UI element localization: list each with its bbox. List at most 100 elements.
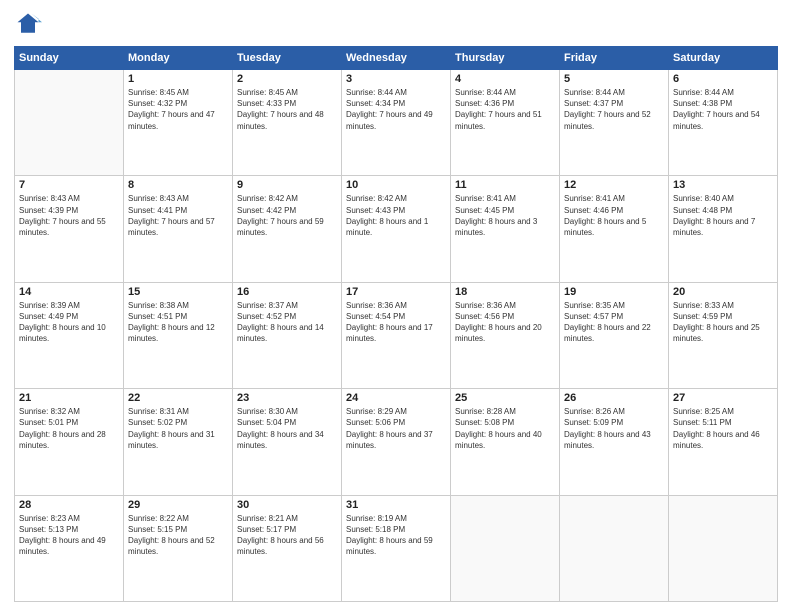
calendar-cell: 25 Sunrise: 8:28 AMSunset: 5:08 PMDayligh… — [451, 389, 560, 495]
day-number: 1 — [128, 73, 228, 85]
cell-info: Sunrise: 8:28 AMSunset: 5:08 PMDaylight:… — [455, 406, 555, 451]
calendar-cell: 23Sunrise: 8:30 AMSunset: 5:04 PMDayligh… — [233, 389, 342, 495]
week-row: 21 Sunrise: 8:32 AMSunset: 5:01 PMDayligh… — [15, 389, 778, 495]
calendar-cell: 16 Sunrise: 8:37 AMSunset: 4:52 PMDayligh… — [233, 282, 342, 388]
day-number: 21 — [19, 392, 119, 404]
day-number: 4 — [455, 73, 555, 85]
day-number: 14 — [19, 286, 119, 298]
day-number: 28 — [19, 499, 119, 511]
cell-info: Sunrise: 8:39 AMSunset: 4:49 PMDaylight:… — [19, 300, 119, 345]
cell-info: Sunrise: 8:43 AMSunset: 4:39 PMDaylight:… — [19, 193, 119, 238]
page: SundayMondayTuesdayWednesdayThursdayFrid… — [0, 0, 792, 612]
day-number: 7 — [19, 179, 119, 191]
day-number: 27 — [673, 392, 773, 404]
day-number: 16 — [237, 286, 337, 298]
calendar-cell: 14 Sunrise: 8:39 AMSunset: 4:49 PMDayligh… — [15, 282, 124, 388]
day-number: 17 — [346, 286, 446, 298]
header-row: SundayMondayTuesdayWednesdayThursdayFrid… — [15, 47, 778, 70]
weekday-header: Friday — [560, 47, 669, 70]
day-number: 22 — [128, 392, 228, 404]
cell-info: Sunrise: 8:44 AMSunset: 4:36 PMDaylight:… — [455, 87, 555, 132]
cell-info: Sunrise: 8:19 AMSunset: 5:18 PMDaylight:… — [346, 513, 446, 558]
day-number: 2 — [237, 73, 337, 85]
weekday-header: Sunday — [15, 47, 124, 70]
weekday-header: Tuesday — [233, 47, 342, 70]
day-number: 5 — [564, 73, 664, 85]
day-number: 3 — [346, 73, 446, 85]
day-number: 31 — [346, 499, 446, 511]
cell-info: Sunrise: 8:41 AMSunset: 4:46 PMDaylight:… — [564, 193, 664, 238]
day-number: 6 — [673, 73, 773, 85]
day-number: 10 — [346, 179, 446, 191]
calendar-cell: 28 Sunrise: 8:23 AMSunset: 5:13 PMDayligh… — [15, 495, 124, 601]
calendar-cell: 5Sunrise: 8:44 AMSunset: 4:37 PMDaylight… — [560, 70, 669, 176]
calendar-cell: 30 Sunrise: 8:21 AMSunset: 5:17 PMDayligh… — [233, 495, 342, 601]
week-row: 28 Sunrise: 8:23 AMSunset: 5:13 PMDayligh… — [15, 495, 778, 601]
cell-info: Sunrise: 8:40 AMSunset: 4:48 PMDaylight:… — [673, 193, 773, 238]
calendar-cell: 10 Sunrise: 8:42 AMSunset: 4:43 PMDayligh… — [342, 176, 451, 282]
calendar-cell: 9 Sunrise: 8:42 AMSunset: 4:42 PMDaylight… — [233, 176, 342, 282]
cell-info: Sunrise: 8:26 AMSunset: 5:09 PMDaylight:… — [564, 406, 664, 451]
weekday-header: Saturday — [669, 47, 778, 70]
weekday-header: Thursday — [451, 47, 560, 70]
calendar-cell: 8Sunrise: 8:43 AMSunset: 4:41 PMDaylight… — [124, 176, 233, 282]
weekday-header: Wednesday — [342, 47, 451, 70]
cell-info: Sunrise: 8:45 AMSunset: 4:33 PMDaylight:… — [237, 87, 337, 132]
day-number: 25 — [455, 392, 555, 404]
day-number: 13 — [673, 179, 773, 191]
cell-info: Sunrise: 8:30 AMSunset: 5:04 PMDaylight:… — [237, 406, 337, 451]
cell-info: Sunrise: 8:37 AMSunset: 4:52 PMDaylight:… — [237, 300, 337, 345]
calendar-cell: 6 Sunrise: 8:44 AMSunset: 4:38 PMDaylight… — [669, 70, 778, 176]
calendar-cell: 20Sunrise: 8:33 AMSunset: 4:59 PMDayligh… — [669, 282, 778, 388]
cell-info: Sunrise: 8:21 AMSunset: 5:17 PMDaylight:… — [237, 513, 337, 558]
calendar-cell: 24 Sunrise: 8:29 AMSunset: 5:06 PMDayligh… — [342, 389, 451, 495]
day-number: 9 — [237, 179, 337, 191]
week-row: 7 Sunrise: 8:43 AMSunset: 4:39 PMDaylight… — [15, 176, 778, 282]
day-number: 30 — [237, 499, 337, 511]
cell-info: Sunrise: 8:44 AMSunset: 4:34 PMDaylight:… — [346, 87, 446, 132]
calendar-cell: 1 Sunrise: 8:45 AMSunset: 4:32 PMDaylight… — [124, 70, 233, 176]
calendar-cell — [15, 70, 124, 176]
cell-info: Sunrise: 8:22 AMSunset: 5:15 PMDaylight:… — [128, 513, 228, 558]
cell-info: Sunrise: 8:32 AMSunset: 5:01 PMDaylight:… — [19, 406, 119, 451]
cell-info: Sunrise: 8:29 AMSunset: 5:06 PMDaylight:… — [346, 406, 446, 451]
cell-info: Sunrise: 8:25 AMSunset: 5:11 PMDaylight:… — [673, 406, 773, 451]
logo-icon — [14, 10, 42, 38]
cell-info: Sunrise: 8:45 AMSunset: 4:32 PMDaylight:… — [128, 87, 228, 132]
calendar-cell: 31 Sunrise: 8:19 AMSunset: 5:18 PMDayligh… — [342, 495, 451, 601]
cell-info: Sunrise: 8:42 AMSunset: 4:42 PMDaylight:… — [237, 193, 337, 238]
calendar-cell: 4 Sunrise: 8:44 AMSunset: 4:36 PMDaylight… — [451, 70, 560, 176]
cell-info: Sunrise: 8:41 AMSunset: 4:45 PMDaylight:… — [455, 193, 555, 238]
day-number: 26 — [564, 392, 664, 404]
calendar-cell: 17Sunrise: 8:36 AMSunset: 4:54 PMDayligh… — [342, 282, 451, 388]
calendar-table: SundayMondayTuesdayWednesdayThursdayFrid… — [14, 46, 778, 602]
calendar-cell — [669, 495, 778, 601]
calendar-cell: 11 Sunrise: 8:41 AMSunset: 4:45 PMDayligh… — [451, 176, 560, 282]
calendar-cell: 2 Sunrise: 8:45 AMSunset: 4:33 PMDaylight… — [233, 70, 342, 176]
cell-info: Sunrise: 8:31 AMSunset: 5:02 PMDaylight:… — [128, 406, 228, 451]
cell-info: Sunrise: 8:23 AMSunset: 5:13 PMDaylight:… — [19, 513, 119, 558]
calendar-cell: 13 Sunrise: 8:40 AMSunset: 4:48 PMDayligh… — [669, 176, 778, 282]
day-number: 12 — [564, 179, 664, 191]
cell-info: Sunrise: 8:42 AMSunset: 4:43 PMDaylight:… — [346, 193, 446, 238]
day-number: 15 — [128, 286, 228, 298]
calendar-cell: 7 Sunrise: 8:43 AMSunset: 4:39 PMDaylight… — [15, 176, 124, 282]
cell-info: Sunrise: 8:35 AMSunset: 4:57 PMDaylight:… — [564, 300, 664, 345]
day-number: 19 — [564, 286, 664, 298]
week-row: 14 Sunrise: 8:39 AMSunset: 4:49 PMDayligh… — [15, 282, 778, 388]
calendar-cell: 22 Sunrise: 8:31 AMSunset: 5:02 PMDayligh… — [124, 389, 233, 495]
calendar-cell: 26 Sunrise: 8:26 AMSunset: 5:09 PMDayligh… — [560, 389, 669, 495]
calendar-cell: 19 Sunrise: 8:35 AMSunset: 4:57 PMDayligh… — [560, 282, 669, 388]
day-number: 8 — [128, 179, 228, 191]
cell-info: Sunrise: 8:44 AMSunset: 4:38 PMDaylight:… — [673, 87, 773, 132]
day-number: 11 — [455, 179, 555, 191]
cell-info: Sunrise: 8:36 AMSunset: 4:56 PMDaylight:… — [455, 300, 555, 345]
week-row: 1 Sunrise: 8:45 AMSunset: 4:32 PMDaylight… — [15, 70, 778, 176]
weekday-header: Monday — [124, 47, 233, 70]
calendar-cell — [560, 495, 669, 601]
day-number: 29 — [128, 499, 228, 511]
header — [14, 10, 778, 38]
cell-info: Sunrise: 8:38 AMSunset: 4:51 PMDaylight:… — [128, 300, 228, 345]
calendar-cell: 3 Sunrise: 8:44 AMSunset: 4:34 PMDaylight… — [342, 70, 451, 176]
day-number: 24 — [346, 392, 446, 404]
